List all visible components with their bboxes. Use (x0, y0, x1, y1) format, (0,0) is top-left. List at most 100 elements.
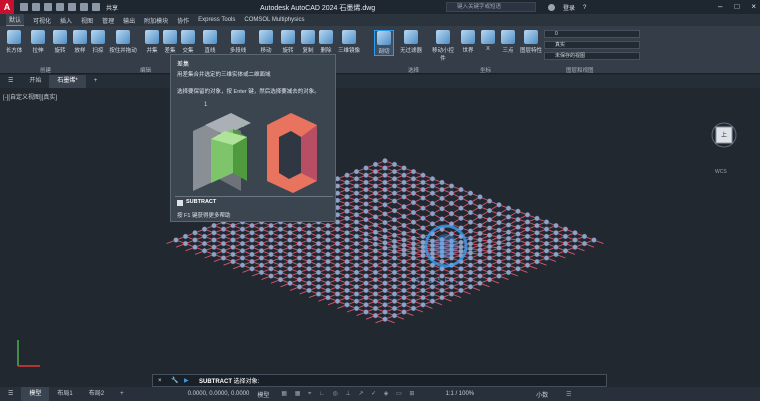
layer-properties-button[interactable]: 图层特性 (520, 30, 542, 54)
hamburger-layout-icon[interactable]: ☰ (0, 387, 21, 401)
carbon-atom (382, 240, 388, 246)
add-layout-plus-icon[interactable]: + (112, 387, 132, 401)
ribbon-tab-insert[interactable]: 插入 (60, 16, 72, 25)
hamburger-menu-icon[interactable]: ☰ (0, 75, 21, 88)
tab-start[interactable]: 开始 (21, 75, 49, 88)
3d-mirror-tool-button[interactable]: 三维镜像 (336, 30, 362, 54)
carbon-atom (401, 222, 407, 229)
tab-graphene[interactable]: 石墨烯* (49, 75, 86, 88)
new-tab-plus-icon[interactable]: + (86, 75, 106, 88)
save-as-icon[interactable] (56, 3, 64, 11)
sweep-tool-button[interactable]: 扫掠 (88, 30, 108, 54)
viewcube-top-face[interactable]: 上 (721, 130, 727, 139)
presspull-tool-button[interactable]: 按住并拖动 (108, 30, 138, 54)
carbon-atom (420, 187, 426, 193)
named-view-dropdown[interactable]: 未保存的视图 (544, 52, 640, 60)
box-tool-button[interactable]: 长方体 (4, 30, 24, 54)
coordinates-readout[interactable]: 0.0000, 0.0000, 0.0000 (188, 391, 250, 397)
login-button[interactable]: 登录 (563, 3, 575, 12)
layout-tab-layout2[interactable]: 布局2 (81, 387, 112, 401)
layer-dropdown[interactable]: 0 (544, 30, 640, 38)
visual-style-dropdown[interactable]: 真实 (544, 41, 640, 49)
carbon-atom (268, 259, 274, 265)
carbon-atom (277, 241, 284, 247)
subtract-tool-button[interactable]: 差集 (160, 30, 180, 54)
revolve-tool-button[interactable]: 旋转 (50, 30, 70, 54)
union-tool-button[interactable]: 并集 (142, 30, 162, 54)
move-tool-button[interactable]: 移动 (256, 30, 276, 54)
undo-icon[interactable] (80, 3, 88, 11)
units-label[interactable]: 小数 (536, 390, 548, 399)
graphene-lattice-model[interactable] (0, 88, 760, 374)
ribbon-tab-collaborate[interactable]: 协作 (177, 16, 189, 25)
ribbon-tab-default[interactable]: 默认 (6, 14, 25, 26)
intersect-tool-button[interactable]: 交集 (178, 30, 198, 54)
carbon-atom (401, 266, 407, 272)
carbon-atom (268, 244, 274, 250)
redo-icon[interactable] (92, 3, 100, 11)
ribbon-tab-manage[interactable]: 管理 (102, 16, 114, 25)
x-ucs-button[interactable]: X (478, 30, 498, 52)
annotation-scale[interactable]: 1:1 / 100% (445, 391, 474, 397)
slice-tool-button[interactable]: 剖切 (374, 30, 394, 56)
search-input[interactable]: 键入关键字或短语 (446, 2, 536, 12)
viewport-controls-label[interactable]: [-][自定义视图][真实] (3, 92, 57, 101)
layout-tab-layout1[interactable]: 布局1 (49, 387, 80, 401)
panel-edit-label[interactable]: 编辑 (140, 66, 151, 74)
carbon-atom (496, 202, 502, 208)
ribbon-tab-addins[interactable]: 附加模块 (144, 16, 168, 25)
carbon-atom (268, 266, 274, 272)
extrude-tool-button[interactable]: 拉伸 (28, 30, 48, 54)
new-file-icon[interactable] (20, 3, 28, 11)
carbon-atom (562, 248, 569, 254)
carbon-atom (344, 208, 350, 214)
panel-layers-views-label[interactable]: 图层和视图 (566, 66, 594, 74)
cmd-recent-icon[interactable]: ▶ (184, 377, 189, 384)
carbon-atom (439, 179, 445, 186)
layout-tab-model[interactable]: 模型 (21, 387, 50, 401)
help-icon[interactable]: ? (583, 5, 586, 11)
ribbon-tab-visualize[interactable]: 可视化 (33, 16, 51, 25)
save-icon[interactable] (44, 3, 52, 11)
user-icon[interactable] (548, 4, 555, 11)
drawing-viewport[interactable] (0, 88, 760, 374)
command-line[interactable]: × 🔧 ▶ SUBTRACT 选择对象: (152, 374, 607, 387)
share-button[interactable]: 共享 (106, 3, 118, 12)
copy-tool-button[interactable]: 复制 (298, 30, 318, 54)
carbon-atom (353, 241, 360, 247)
maximize-icon[interactable]: □ (734, 2, 739, 11)
ribbon-tab-express[interactable]: Express Tools (198, 17, 235, 23)
erase-tool-button[interactable]: 删除 (316, 30, 336, 54)
panel-create-label[interactable]: 创建 (40, 66, 51, 74)
3point-ucs-button[interactable]: 三点 (498, 30, 518, 54)
cmd-close-icon[interactable]: × (158, 378, 162, 384)
rotate-tool-button[interactable]: 旋转 (278, 30, 298, 54)
status-menu-icon[interactable]: ☰ (566, 391, 571, 398)
line-tool-button[interactable]: 直线 (200, 30, 220, 54)
ribbon-tab-view[interactable]: 视图 (81, 16, 93, 25)
plot-icon[interactable] (68, 3, 76, 11)
no-filter-button[interactable]: 无过滤器 (398, 30, 424, 54)
slice-icon (377, 31, 391, 45)
carbon-atom (458, 195, 464, 201)
app-logo-button[interactable]: A (0, 0, 14, 14)
carbon-atom (353, 269, 360, 276)
model-space-toggle[interactable]: 模型 (257, 390, 269, 399)
panel-coordinates-label[interactable]: 坐标 (480, 66, 491, 74)
polyline-tool-button[interactable]: 多段线 (226, 30, 250, 54)
world-ucs-button[interactable]: 世界 (458, 30, 478, 54)
wcs-label[interactable]: WCS (715, 169, 727, 175)
carbon-atom (325, 280, 331, 286)
minimize-icon[interactable]: – (718, 2, 722, 11)
cmd-customize-icon[interactable]: 🔧 (171, 377, 178, 384)
ribbon-tab-comsol[interactable]: COMSOL Multiphysics (244, 17, 304, 23)
ribbon-tab-output[interactable]: 输出 (123, 16, 135, 25)
close-icon[interactable]: × (751, 2, 756, 11)
open-file-icon[interactable] (32, 3, 40, 11)
move-gizmo-button[interactable]: 移动小控件 (430, 30, 456, 62)
loft-tool-button[interactable]: 放样 (70, 30, 90, 54)
layer-icon (524, 30, 538, 44)
status-tools-icons[interactable]: ▦ ▦ ⌖ ∟ ◎ ⊥ ↗ ✓ ◈ ▭ ⊞ (281, 390, 417, 398)
panel-selection-label[interactable]: 选择 (408, 66, 419, 74)
viewcube[interactable]: 上 WCS (706, 121, 742, 179)
